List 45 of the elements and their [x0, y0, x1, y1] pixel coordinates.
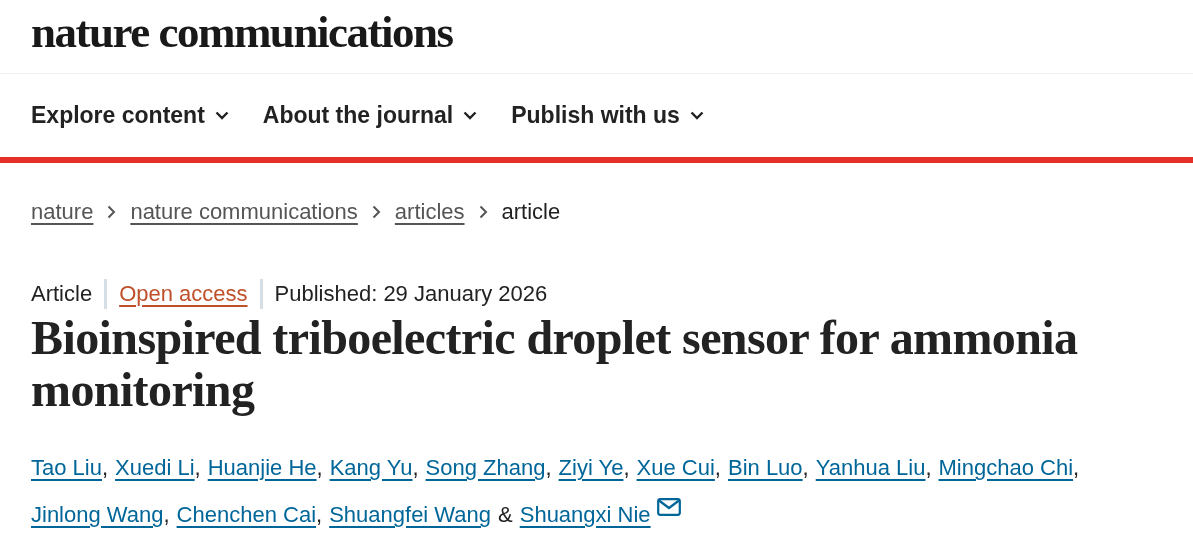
author-link[interactable]: Xue Cui: [636, 444, 715, 491]
author-link[interactable]: Kang Yu: [329, 444, 413, 491]
author-link[interactable]: Huanjie He: [207, 444, 317, 491]
envelope-icon[interactable]: [656, 497, 681, 516]
journal-logo[interactable]: nature communications: [31, 8, 453, 56]
author-link[interactable]: Song Zhang: [425, 444, 546, 491]
author-separator: ,: [925, 454, 932, 482]
author-link[interactable]: Ziyi Ye: [558, 444, 624, 491]
chevron-right-icon: [478, 205, 488, 219]
article-title: Bioinspired triboelectric droplet sensor for ammonia monitoring: [31, 312, 1079, 416]
author-separator: ,: [545, 454, 552, 482]
chevron-right-icon: [371, 205, 381, 219]
nav-menu-button[interactable]: Publish with us: [511, 102, 704, 129]
author-separator: ,: [101, 454, 109, 482]
article-type: Article: [31, 281, 93, 307]
nav-menu-button[interactable]: Explore content: [31, 102, 229, 129]
author-link[interactable]: Shuangxi Nie: [519, 491, 651, 538]
author-link[interactable]: Yanhua Liu: [815, 444, 926, 491]
chevron-down-icon: [214, 111, 229, 120]
author-separator: &: [498, 501, 513, 529]
breadcrumb-link[interactable]: nature: [31, 199, 94, 225]
author-link[interactable]: Jinlong Wang: [31, 491, 164, 538]
author-separator: ,: [163, 501, 170, 529]
published-date: Published: 29 January 2026: [274, 281, 548, 307]
author-separator: ,: [412, 454, 419, 482]
chevron-down-icon: [689, 111, 704, 120]
author-separator: ,: [1073, 454, 1080, 482]
author-separator: ,: [194, 454, 201, 482]
breadcrumb-link[interactable]: articles: [394, 199, 465, 225]
breadcrumb-link[interactable]: nature communications: [130, 199, 358, 225]
author-separator: ,: [316, 501, 323, 529]
author-separator: ,: [623, 454, 630, 482]
chevron-down-icon: [463, 111, 478, 120]
chevron-right-icon: [107, 205, 117, 219]
author-link[interactable]: Xuedi Li: [115, 444, 195, 491]
author-link[interactable]: Shuangfei Wang: [329, 491, 492, 538]
author-link[interactable]: Tao Liu: [31, 444, 102, 491]
author-link[interactable]: Mingchao Chi: [938, 444, 1074, 491]
open-access-link[interactable]: Open access: [119, 281, 248, 307]
author-link[interactable]: Bin Luo: [727, 444, 803, 491]
nav-menu-button[interactable]: About the journal: [262, 102, 478, 129]
author-separator: ,: [316, 454, 323, 482]
author-separator: ,: [714, 454, 721, 482]
author-separator: ,: [802, 454, 809, 482]
author-link[interactable]: Chenchen Cai: [176, 491, 317, 538]
